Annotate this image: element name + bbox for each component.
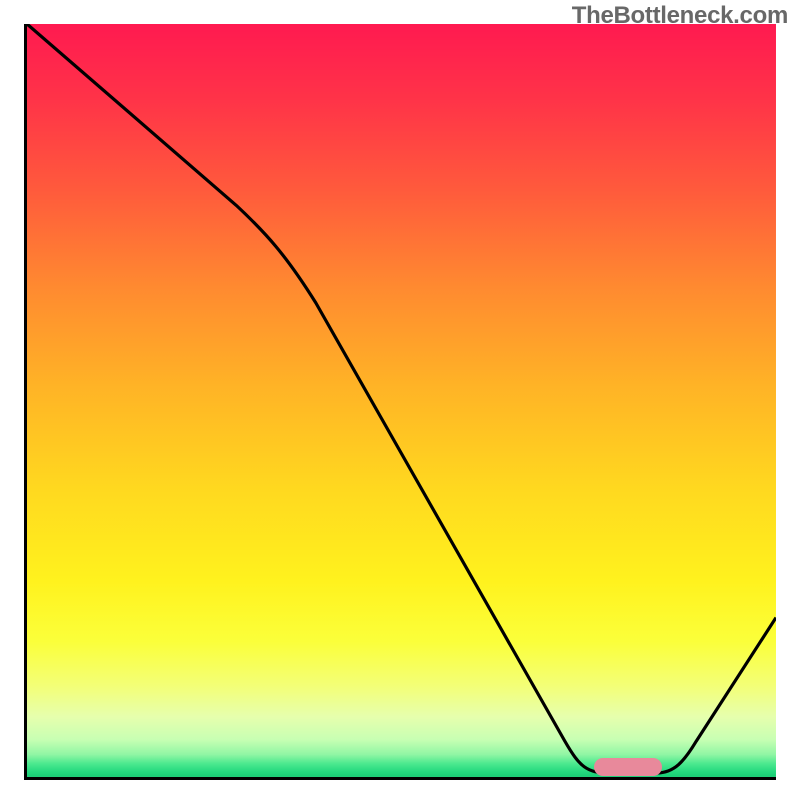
plot-area (24, 24, 776, 780)
gradient-background (27, 24, 776, 777)
chart-frame: TheBottleneck.com (0, 0, 800, 800)
optimal-marker (594, 758, 662, 776)
